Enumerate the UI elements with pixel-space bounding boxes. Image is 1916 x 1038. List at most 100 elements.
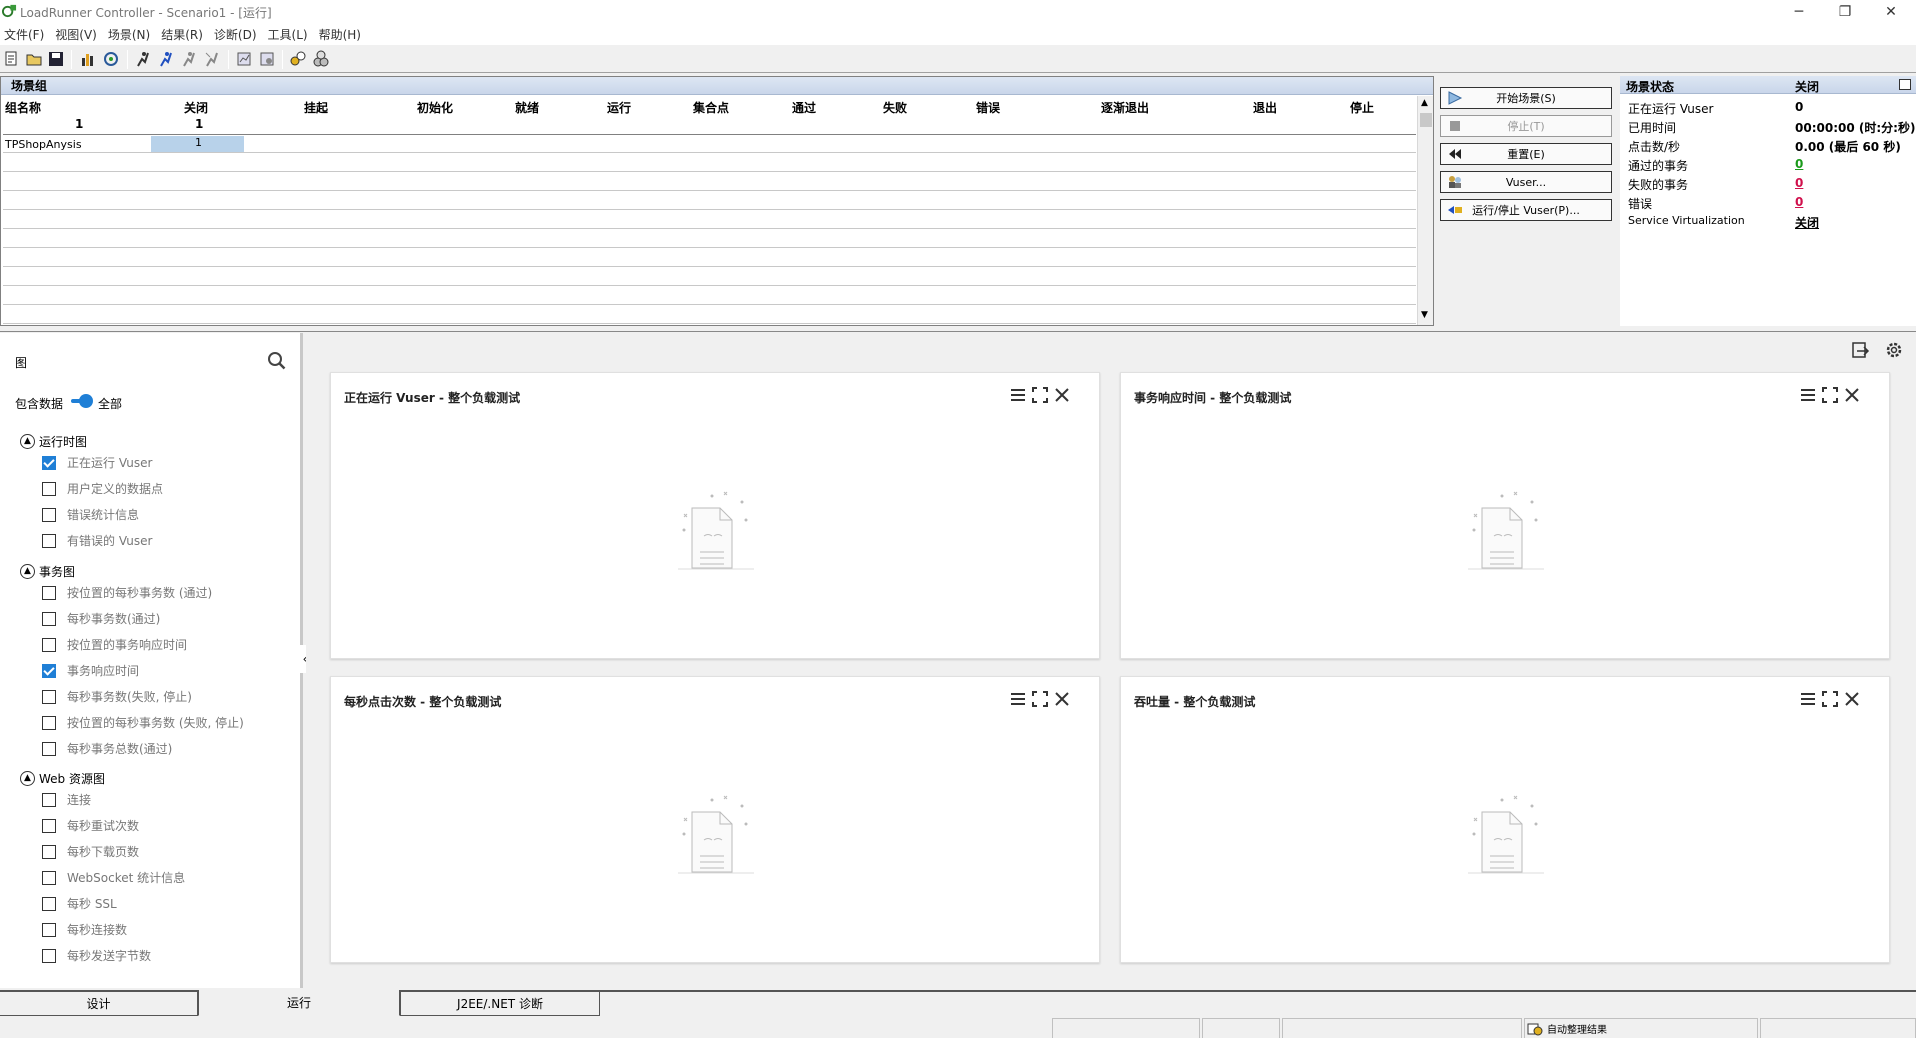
stop-button[interactable]: 停止(T) [1440, 115, 1612, 137]
category-runtime-graphs[interactable]: ▲ 运行时图 [20, 433, 87, 450]
scroll-up-arrow-icon[interactable]: ▲ [1421, 98, 1428, 108]
graph-item-error-statistics[interactable]: 错误统计信息 [42, 506, 139, 523]
save-icon[interactable] [47, 50, 65, 68]
column-header-running[interactable]: 运行 [607, 99, 631, 116]
graph-item-trans-per-sec-by-location-passed[interactable]: 按位置的每秒事务数 (通过) [42, 584, 212, 601]
maximize-icon[interactable] [1821, 386, 1839, 404]
graph-item-pages-downloaded-per-sec[interactable]: 每秒下载页数 [42, 843, 139, 860]
checkbox[interactable] [42, 741, 56, 756]
column-header-ready[interactable]: 就绪 [515, 99, 539, 116]
auto-collate-pane[interactable]: 自动整理结果 [1524, 1018, 1758, 1038]
checkbox[interactable] [42, 481, 56, 496]
run-stop-vusers-button[interactable]: 运行/停止 Vuser(P)... [1440, 199, 1612, 221]
diagnostics-icon[interactable] [312, 50, 330, 68]
graph-item-retries-per-sec[interactable]: 每秒重试次数 [42, 817, 139, 834]
graph-item-websocket-stats[interactable]: WebSocket 统计信息 [42, 869, 185, 886]
checkbox[interactable] [42, 844, 56, 859]
menu-view[interactable]: 视图(V) [51, 26, 104, 43]
category-transaction-graphs[interactable]: ▲ 事务图 [20, 563, 75, 580]
graph-item-connections[interactable]: 连接 [42, 791, 91, 808]
graph-item-trans-response-by-location[interactable]: 按位置的事务响应时间 [42, 636, 187, 653]
checkbox[interactable] [42, 507, 56, 522]
results-settings-icon[interactable] [258, 50, 276, 68]
graph-item-trans-per-sec-failed[interactable]: 每秒事务数(失败, 停止) [42, 688, 192, 705]
column-header-init[interactable]: 初始化 [417, 99, 453, 116]
graph-item-trans-per-sec-by-location-failed[interactable]: 按位置的每秒事务数 (失败, 停止) [42, 714, 244, 731]
search-icon[interactable] [267, 351, 287, 371]
column-header-error[interactable]: 错误 [976, 99, 1000, 116]
detach-panel-icon[interactable] [1899, 79, 1911, 90]
status-value-service-virtualization[interactable]: 关闭 [1795, 214, 1819, 231]
status-value-passed-transactions[interactable]: 0 [1795, 157, 1803, 171]
graph-item-user-defined-points[interactable]: 用户定义的数据点 [42, 480, 163, 497]
graph-card-throughput[interactable]: 吞吐量 - 整个负载测试 [1120, 676, 1890, 963]
graph-card-running-vusers[interactable]: 正在运行 Vuser - 整个负载测试 [330, 372, 1100, 659]
menu-diagnostics[interactable]: 诊断(D) [210, 26, 264, 43]
status-value-failed-transactions[interactable]: 0 [1795, 176, 1803, 190]
column-header-exit[interactable]: 退出 [1253, 99, 1277, 116]
column-header-stopped[interactable]: 停止 [1350, 99, 1374, 116]
column-header-closed[interactable]: 关闭 [184, 99, 208, 116]
graph-item-vusers-with-errors[interactable]: 有错误的 Vuser [42, 532, 152, 549]
maximize-icon[interactable] [1031, 690, 1049, 708]
scroll-thumb[interactable] [1420, 113, 1432, 127]
menu-results[interactable]: 结果(R) [157, 26, 210, 43]
status-value-errors[interactable]: 0 [1795, 195, 1803, 209]
checkbox[interactable] [42, 585, 56, 600]
graph-item-trans-response-time[interactable]: 事务响应时间 [42, 662, 139, 679]
graph-item-running-vusers[interactable]: 正在运行 Vuser [42, 454, 152, 471]
checkbox[interactable] [42, 455, 56, 470]
checkbox[interactable] [42, 870, 56, 885]
graph-card-transaction-response-time[interactable]: 事务响应时间 - 整个负载测试 [1120, 372, 1890, 659]
vuser-gen-icon[interactable] [102, 50, 120, 68]
graph-item-bytes-sent-per-sec[interactable]: 每秒发送字节数 [42, 947, 151, 964]
close-window-button[interactable]: ✕ [1868, 0, 1914, 24]
menu-file[interactable]: 文件(F) [0, 26, 51, 43]
include-data-toggle[interactable] [71, 394, 93, 408]
category-web-resource-graphs[interactable]: ▲ Web 资源图 [20, 770, 105, 787]
tab-run[interactable]: 运行 [198, 990, 400, 1016]
column-header-passed[interactable]: 通过 [792, 99, 816, 116]
checkbox[interactable] [42, 715, 56, 730]
checkbox[interactable] [42, 948, 56, 963]
close-icon[interactable] [1843, 690, 1861, 708]
close-icon[interactable] [1053, 386, 1071, 404]
collapse-icon[interactable]: ▲ [20, 564, 35, 579]
menu-icon[interactable] [1009, 690, 1027, 708]
run-icon[interactable] [134, 50, 152, 68]
column-header-group-name[interactable]: 组名称 [5, 99, 41, 116]
start-scenario-button[interactable]: 开始场景(S) [1440, 87, 1612, 109]
scroll-down-arrow-icon[interactable]: ▼ [1421, 310, 1428, 320]
column-header-failed[interactable]: 失败 [883, 99, 907, 116]
reset-vuser-icon[interactable] [203, 50, 221, 68]
graph-card-hits-per-second[interactable]: 每秒点击次数 - 整个负载测试 [330, 676, 1100, 963]
minimize-button[interactable]: ─ [1776, 0, 1822, 24]
reset-button[interactable]: 重置(E) [1440, 143, 1612, 165]
collate-icon[interactable] [289, 50, 307, 68]
maximize-icon[interactable] [1031, 386, 1049, 404]
menu-tools[interactable]: 工具(L) [264, 26, 315, 43]
export-graph-icon[interactable] [1850, 340, 1870, 360]
checkbox[interactable] [42, 637, 56, 652]
group-row-closed[interactable]: 1 [195, 136, 202, 149]
tab-j2ee-net-diagnostics[interactable]: J2EE/.NET 诊断 [400, 992, 600, 1016]
collapse-icon[interactable]: ▲ [20, 771, 35, 786]
settings-gear-icon[interactable] [1884, 340, 1904, 360]
run-vuser-icon[interactable] [157, 50, 175, 68]
graph-item-ssl-per-sec[interactable]: 每秒 SSL [42, 895, 117, 912]
checkbox[interactable] [42, 818, 56, 833]
menu-scenario[interactable]: 场景(N) [104, 26, 157, 43]
close-icon[interactable] [1843, 386, 1861, 404]
maximize-icon[interactable] [1821, 690, 1839, 708]
checkbox[interactable] [42, 663, 56, 678]
checkbox[interactable] [42, 611, 56, 626]
open-icon[interactable] [25, 50, 43, 68]
column-header-pending[interactable]: 挂起 [304, 99, 328, 116]
graph-item-connections-per-sec[interactable]: 每秒连接数 [42, 921, 127, 938]
menu-icon[interactable] [1799, 690, 1817, 708]
analysis-icon[interactable] [79, 50, 97, 68]
vusers-button[interactable]: Vuser... [1440, 171, 1612, 193]
horizontal-splitter[interactable] [0, 326, 1916, 332]
column-header-rendezvous[interactable]: 集合点 [693, 99, 729, 116]
checkbox[interactable] [42, 922, 56, 937]
